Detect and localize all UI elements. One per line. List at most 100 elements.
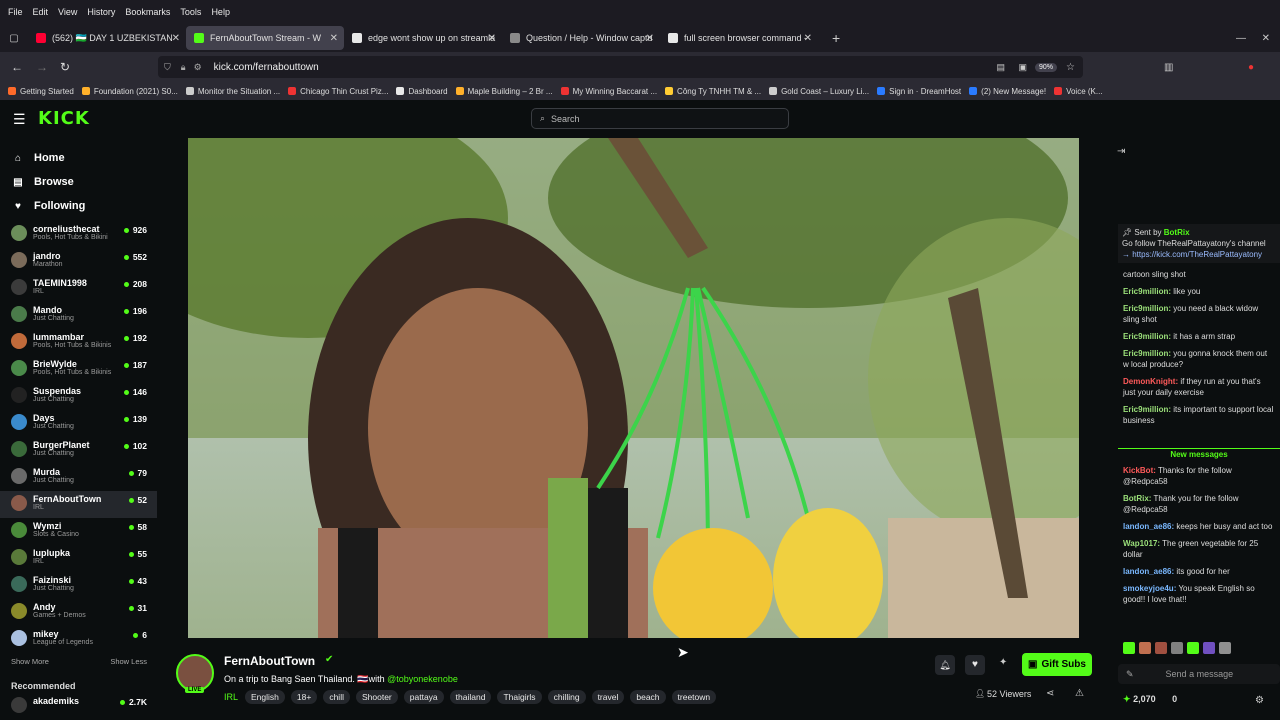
chat-input[interactable]: ✎ Send a message — [1118, 664, 1280, 684]
kick-logo[interactable]: KICK — [38, 108, 90, 129]
sparkle-icon[interactable]: ✦ — [999, 657, 1007, 668]
followed-channel[interactable]: Andy Games + Demos 31 — [0, 599, 157, 626]
chat-username[interactable]: Eric9million: — [1123, 349, 1171, 358]
menu-tools[interactable]: Tools — [180, 7, 201, 17]
menu-edit[interactable]: Edit — [33, 7, 49, 17]
sidebar-nav-home[interactable]: ⌂ Home — [0, 146, 157, 170]
menu-file[interactable]: File — [8, 7, 23, 17]
gift-subs-button[interactable]: ▣ Gift Subs — [1022, 653, 1092, 676]
search-box[interactable]: ⌕ Search — [531, 108, 789, 129]
stream-tag[interactable]: travel — [591, 690, 625, 704]
tab-close-icon[interactable]: ✕ — [646, 33, 654, 44]
stream-tag[interactable]: chill — [323, 690, 350, 704]
stream-tag[interactable]: treetown — [671, 690, 717, 704]
menu-history[interactable]: History — [87, 7, 115, 17]
chat-username[interactable]: Eric9million: — [1123, 405, 1171, 414]
zoom-badge[interactable]: 90% — [1034, 62, 1057, 72]
stream-tag[interactable]: 18+ — [290, 690, 318, 704]
followed-channel[interactable]: Faizinski Just Chatting 43 — [0, 572, 157, 599]
category-link[interactable]: IRL — [224, 692, 238, 702]
report-icon[interactable]: ⚠ — [1075, 688, 1084, 699]
forward-button[interactable]: → — [36, 60, 48, 74]
pinned-link[interactable]: → https://kick.com/TheRealPattayatony — [1122, 249, 1276, 260]
pocket-icon[interactable]: ▣ — [1018, 62, 1027, 73]
bookmark-item[interactable]: Voice (K... — [1054, 87, 1103, 96]
bookmark-item[interactable]: Foundation (2021) S0... — [81, 87, 178, 96]
chat-username[interactable]: Eric9million: — [1123, 332, 1171, 341]
recommended-channel[interactable]: akademiks 2.7K — [0, 693, 157, 713]
bookmark-item[interactable]: Maple Building – 2 Br ... — [455, 87, 553, 96]
chat-username[interactable]: smokeyjoe4u: — [1123, 584, 1176, 593]
chat-username[interactable]: BotRix: — [1123, 494, 1151, 503]
back-button[interactable]: ← — [11, 60, 23, 74]
followed-channel[interactable]: jandro Marathon 552 — [0, 248, 157, 275]
tab-close-icon[interactable]: ✕ — [330, 33, 338, 44]
collapse-chat-icon[interactable]: ⇥ — [1117, 146, 1125, 157]
menu-icon[interactable]: ☰ — [13, 111, 26, 128]
chat-username[interactable]: DemonKnight: — [1123, 377, 1178, 386]
bookmark-item[interactable]: (2) New Message! — [969, 87, 1046, 96]
bookmark-item[interactable]: My Winning Baccarat ... — [560, 87, 657, 96]
menu-help[interactable]: Help — [211, 7, 230, 17]
stream-tag[interactable]: Thaigirls — [497, 690, 542, 704]
followed-channel[interactable]: mikey League of Legends 6 — [0, 626, 157, 653]
follow-heart-button[interactable]: ♥ — [965, 655, 985, 675]
stream-tag[interactable]: chilling — [547, 690, 586, 704]
extension-icon[interactable]: ▥ — [1164, 62, 1173, 73]
sidebar-nav-browse[interactable]: ▤ Browse — [0, 170, 157, 194]
chat-settings-icon[interactable]: ⚙ — [1255, 695, 1264, 706]
followed-channel[interactable]: luplupka IRL 55 — [0, 545, 157, 572]
streamer-name[interactable]: FernAboutTown — [224, 654, 315, 668]
followed-channel[interactable]: Mando Just Chatting 196 — [0, 302, 157, 329]
emote-icon[interactable]: ✎ — [1126, 669, 1134, 680]
chat-username[interactable]: KickBot: — [1123, 466, 1156, 475]
notify-bell-button[interactable]: 🔔︎ — [935, 655, 955, 675]
new-tab-button[interactable]: + — [832, 30, 840, 46]
stream-tag[interactable]: pattaya — [403, 690, 444, 704]
stream-tag[interactable]: beach — [630, 690, 666, 704]
followed-channel[interactable]: BurgerPlanet Just Chatting 102 — [0, 437, 157, 464]
followed-channel[interactable]: corneliusthecat Pools, Hot Tubs & Bikini 9… — [0, 221, 157, 248]
chat-username[interactable]: Eric9million: — [1123, 287, 1171, 296]
tab-close-icon[interactable]: ✕ — [804, 33, 812, 44]
browser-tab[interactable]: edge wont show up on streamla ✕ — [344, 26, 502, 50]
stream-tag[interactable]: thailand — [449, 690, 492, 704]
chat-username[interactable]: landon_ae86: — [1123, 522, 1174, 531]
address-bar[interactable]: ⛉ 🔒︎ ⚙ kick.com/fernabouttown ▤ ▣ 90% ☆ — [158, 56, 1083, 78]
video-player[interactable] — [188, 138, 1079, 638]
chat-username[interactable]: landon_ae86: — [1123, 567, 1174, 576]
reader-view-icon[interactable]: ▤ — [996, 62, 1005, 73]
followed-channel[interactable]: Murda Just Chatting 79 — [0, 464, 157, 491]
show-more-button[interactable]: Show More — [11, 657, 49, 666]
tab-close-icon[interactable]: ✕ — [488, 33, 496, 44]
browser-tab[interactable]: (562) 🇺🇿 DAY 1 UZBEKISTAN ✕ — [28, 26, 186, 50]
followed-channel[interactable]: Days Just Chatting 139 — [0, 410, 157, 437]
followed-channel[interactable]: TAEMIN1998 IRL 208 — [0, 275, 157, 302]
bookmark-item[interactable]: Dashboard — [396, 87, 448, 96]
reload-button[interactable]: ↻ — [60, 60, 70, 74]
shield-icon[interactable]: ⛉ — [164, 62, 171, 73]
bookmark-item[interactable]: Chicago Thin Crust Piz... — [288, 87, 388, 96]
followed-channel[interactable]: Wymzi Slots & Casino 58 — [0, 518, 157, 545]
show-less-button[interactable]: Show Less — [110, 657, 147, 666]
close-window-icon[interactable]: ✕ — [1262, 33, 1270, 44]
browser-tab[interactable]: full screen browser command - ✕ — [660, 26, 818, 50]
bookmark-item[interactable]: Getting Started — [8, 87, 74, 96]
followed-channel[interactable]: lummambar Pools, Hot Tubs & Bikinis 192 — [0, 329, 157, 356]
chat-username[interactable]: Eric9million: — [1123, 304, 1171, 313]
followed-channel[interactable]: BrieWylde Pools, Hot Tubs & Bikinis 187 — [0, 356, 157, 383]
bookmark-item[interactable]: Monitor the Situation ... — [185, 87, 280, 96]
followed-channel[interactable]: FernAboutTown IRL 52 — [0, 491, 157, 518]
tab-list-icon[interactable]: ▢ — [0, 33, 28, 44]
browser-tab[interactable]: FernAboutTown Stream - W ✕ — [186, 26, 344, 50]
menu-bookmarks[interactable]: Bookmarks — [125, 7, 170, 17]
bookmark-star-icon[interactable]: ☆ — [1066, 62, 1075, 73]
menu-view[interactable]: View — [58, 7, 77, 17]
share-icon[interactable]: ⋖ — [1046, 688, 1054, 699]
lock-icon[interactable]: 🔒︎ — [181, 62, 186, 73]
followed-channel[interactable]: Suspendas Just Chatting 146 — [0, 383, 157, 410]
bookmark-item[interactable]: Gold Coast – Luxury Li... — [769, 87, 869, 96]
channel-points[interactable]: 2,070 — [1133, 694, 1156, 704]
chat-username[interactable]: Wap1017: — [1123, 539, 1160, 548]
permissions-icon[interactable]: ⚙ — [194, 62, 202, 73]
